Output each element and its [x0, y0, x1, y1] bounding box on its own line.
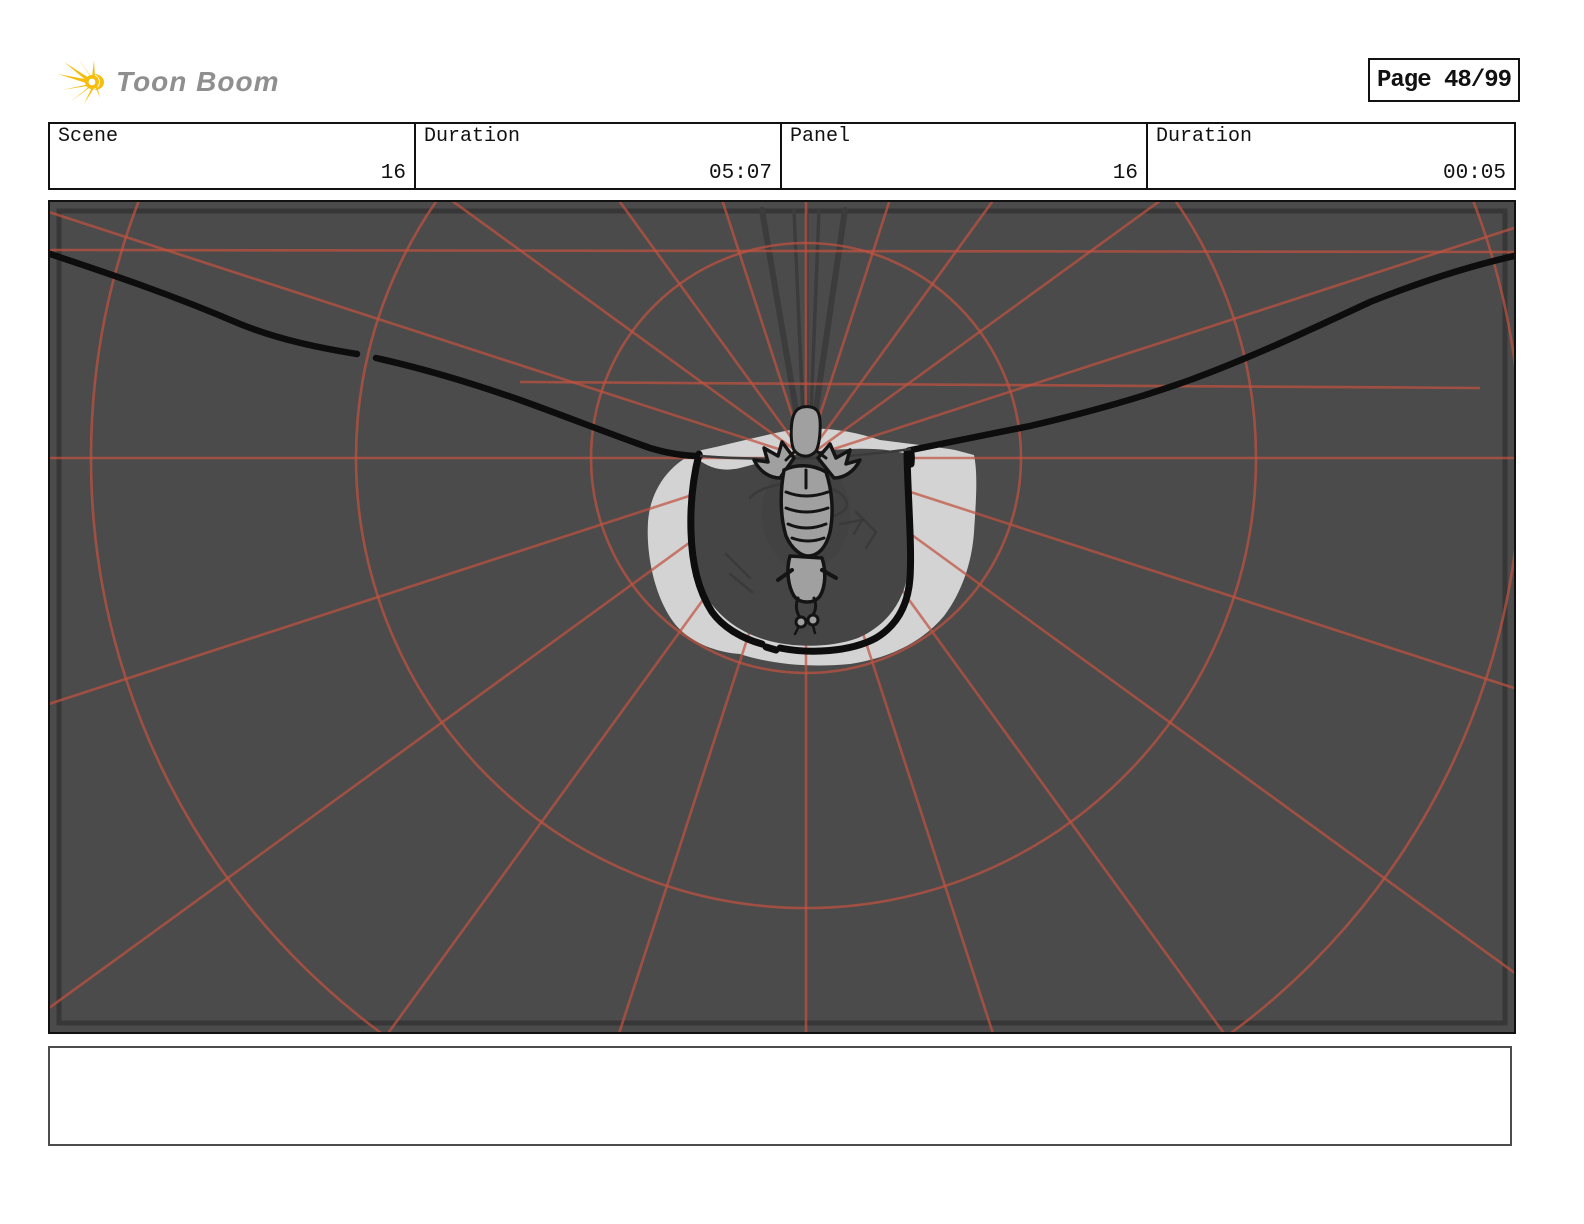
scene-label: Scene — [58, 125, 119, 148]
panel-value: 16 — [1112, 162, 1138, 185]
info-cell-panel-duration: Duration 00:05 — [1148, 124, 1514, 188]
panel-duration-label: Duration — [1156, 125, 1253, 148]
info-cell-scene: Scene 16 — [50, 124, 416, 188]
logo-wordmark: Toon Boom — [116, 66, 280, 97]
toonboom-burst-icon — [58, 58, 104, 104]
figure-head — [789, 405, 822, 458]
panel-label: Panel — [790, 125, 851, 148]
page-indicator: Page 48/99 — [1368, 58, 1520, 102]
info-cell-panel: Panel 16 — [782, 124, 1148, 188]
scene-duration-label: Duration — [424, 125, 521, 148]
info-cell-scene-duration: Duration 05:07 — [416, 124, 782, 188]
panel-info-row: Scene 16 Duration 05:07 Panel 16 Duratio… — [48, 122, 1516, 190]
panel-duration-value: 00:05 — [1442, 162, 1506, 185]
caption-box — [48, 1046, 1512, 1146]
storyboard-panel-frame — [48, 200, 1516, 1034]
scene-duration-value: 05:07 — [708, 162, 772, 185]
toonboom-logo: Toon Boom — [56, 56, 279, 108]
storyboard-export-page: { "branding": { "logo_text": "Toon Boom"… — [0, 0, 1584, 1224]
scene-value: 16 — [380, 162, 406, 185]
storyboard-drawing — [50, 202, 1514, 1032]
